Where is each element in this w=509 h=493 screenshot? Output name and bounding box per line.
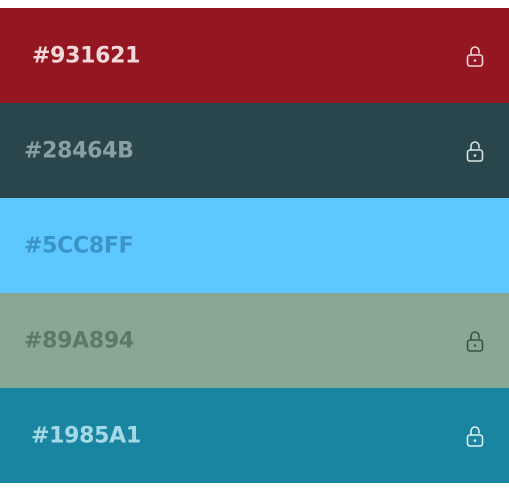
hex-code-label[interactable]: #931621 <box>32 43 140 68</box>
hex-code-label[interactable]: #5CC8FF <box>24 233 134 258</box>
color-swatch-1[interactable]: #931621 <box>0 8 509 103</box>
unlocked-padlock-icon[interactable] <box>465 329 485 353</box>
unlocked-padlock-icon[interactable] <box>465 424 485 448</box>
hex-code-label[interactable]: #28464B <box>24 138 134 163</box>
hex-code-label[interactable]: #89A894 <box>24 328 134 353</box>
unlocked-padlock-icon[interactable] <box>465 44 485 68</box>
color-swatch-5[interactable]: #1985A1 <box>0 388 509 483</box>
color-swatch-4[interactable]: #89A894 <box>0 293 509 388</box>
color-swatch-3[interactable]: #5CC8FF <box>0 198 509 293</box>
unlocked-padlock-icon[interactable] <box>465 139 485 163</box>
color-palette: #931621 #28464B #5CC8FF #89A894 #1985A1 <box>0 8 509 483</box>
hex-code-label[interactable]: #1985A1 <box>31 423 141 448</box>
color-swatch-2[interactable]: #28464B <box>0 103 509 198</box>
